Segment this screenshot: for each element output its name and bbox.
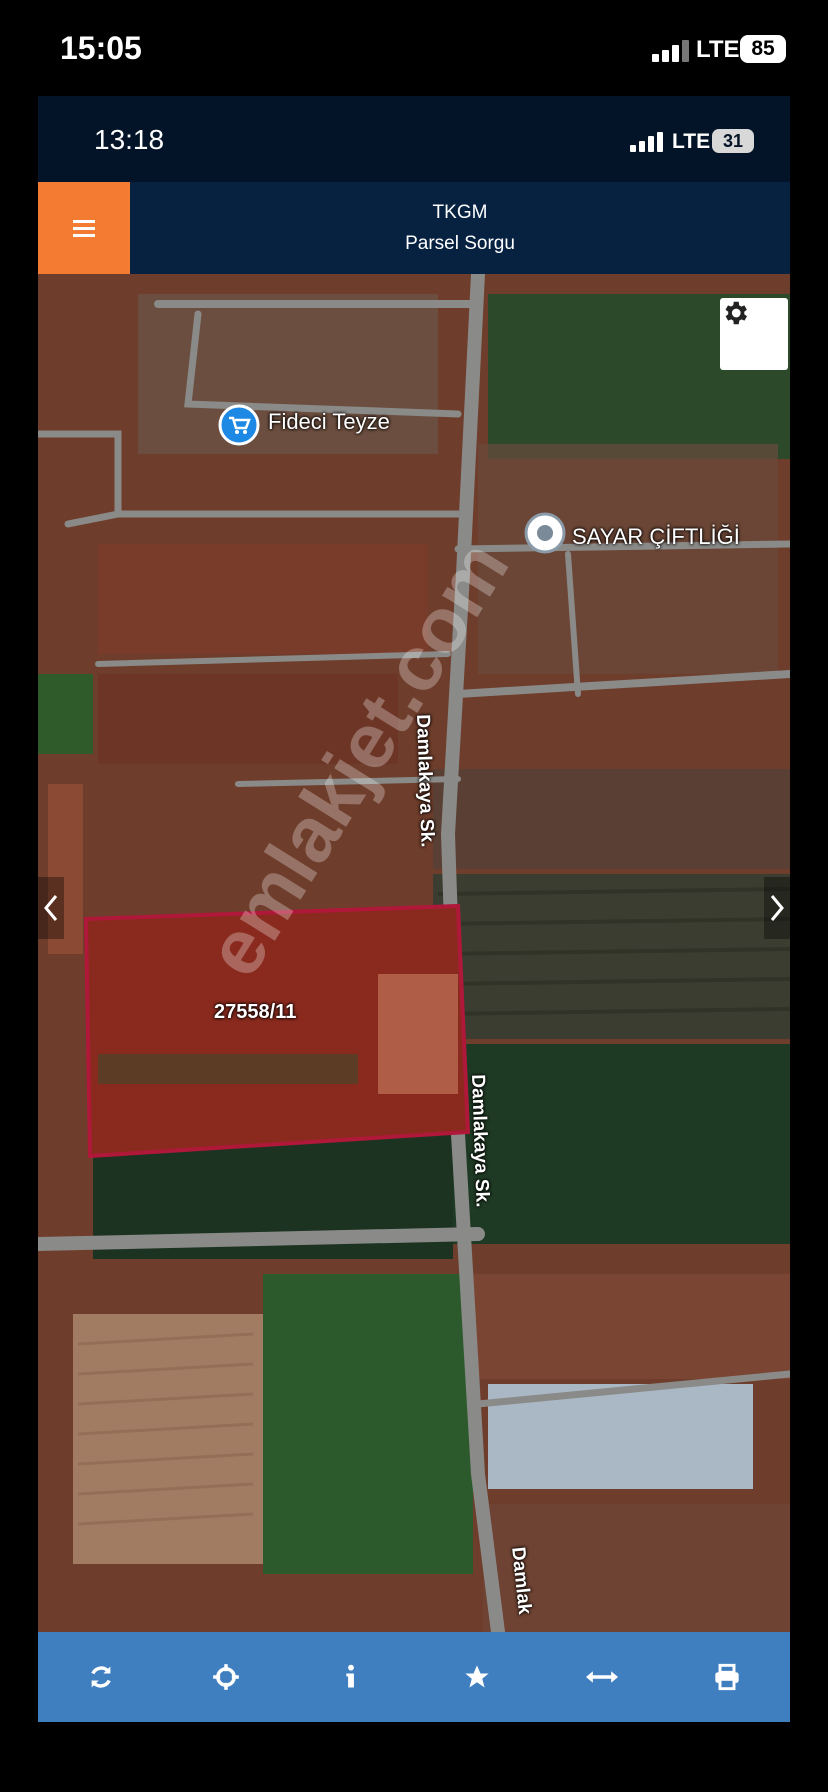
refresh-button[interactable] xyxy=(38,1632,163,1722)
parcel-id-label[interactable]: 27558/11 xyxy=(214,1001,296,1024)
signal-icon xyxy=(652,40,689,62)
app-subtitle: Parsel Sorgu xyxy=(405,233,515,254)
star-icon xyxy=(464,1665,489,1688)
map-imagery xyxy=(38,274,790,1632)
info-icon xyxy=(346,1664,355,1688)
menu-button[interactable] xyxy=(38,182,130,274)
phone-status-bar: 15:05 LTE 85 xyxy=(0,0,828,96)
measure-button[interactable] xyxy=(539,1632,664,1722)
info-button[interactable] xyxy=(289,1632,414,1722)
satellite-map[interactable]: Fideci Teyze SAYAR ÇİFTLİĞİ Damlakaya Sk… xyxy=(38,274,790,1632)
signal-icon xyxy=(630,132,663,152)
bottom-toolbar xyxy=(38,1632,790,1722)
shopping-cart-icon[interactable] xyxy=(218,404,260,446)
place-pin-icon[interactable] xyxy=(524,512,566,560)
favorite-button[interactable] xyxy=(414,1632,539,1722)
previous-image-button[interactable] xyxy=(38,877,64,939)
print-button[interactable] xyxy=(665,1632,790,1722)
refresh-icon xyxy=(90,1666,111,1688)
locate-button[interactable] xyxy=(163,1632,288,1722)
phone-time: 15:05 xyxy=(60,30,142,66)
poi-label[interactable]: Fideci Teyze xyxy=(268,409,390,435)
network-type: LTE xyxy=(696,36,740,63)
crosshair-icon xyxy=(213,1664,239,1690)
hamburger-icon xyxy=(73,220,95,237)
battery-level: 31 xyxy=(712,129,754,153)
app-header: TKGM Parsel Sorgu xyxy=(38,182,790,274)
app-title: TKGM xyxy=(432,202,488,223)
settings-button[interactable] xyxy=(720,298,788,370)
chevron-left-icon xyxy=(44,895,58,921)
gear-icon xyxy=(725,301,747,325)
print-icon xyxy=(715,1663,739,1691)
inner-status-bar: 13:18 LTE 31 xyxy=(38,96,790,182)
road-label: Damlakaya Sk. xyxy=(467,1074,493,1208)
arrows-horizontal-icon xyxy=(585,1671,618,1683)
inner-time: 13:18 xyxy=(94,124,165,155)
chevron-right-icon xyxy=(770,895,784,921)
poi-label[interactable]: SAYAR ÇİFTLİĞİ xyxy=(572,524,740,550)
next-image-button[interactable] xyxy=(764,877,790,939)
app-screenshot: 13:18 LTE 31 TKGM Parsel Sorgu Fideci Te… xyxy=(38,96,790,1722)
network-type: LTE xyxy=(672,130,711,153)
battery-level: 85 xyxy=(740,35,786,63)
